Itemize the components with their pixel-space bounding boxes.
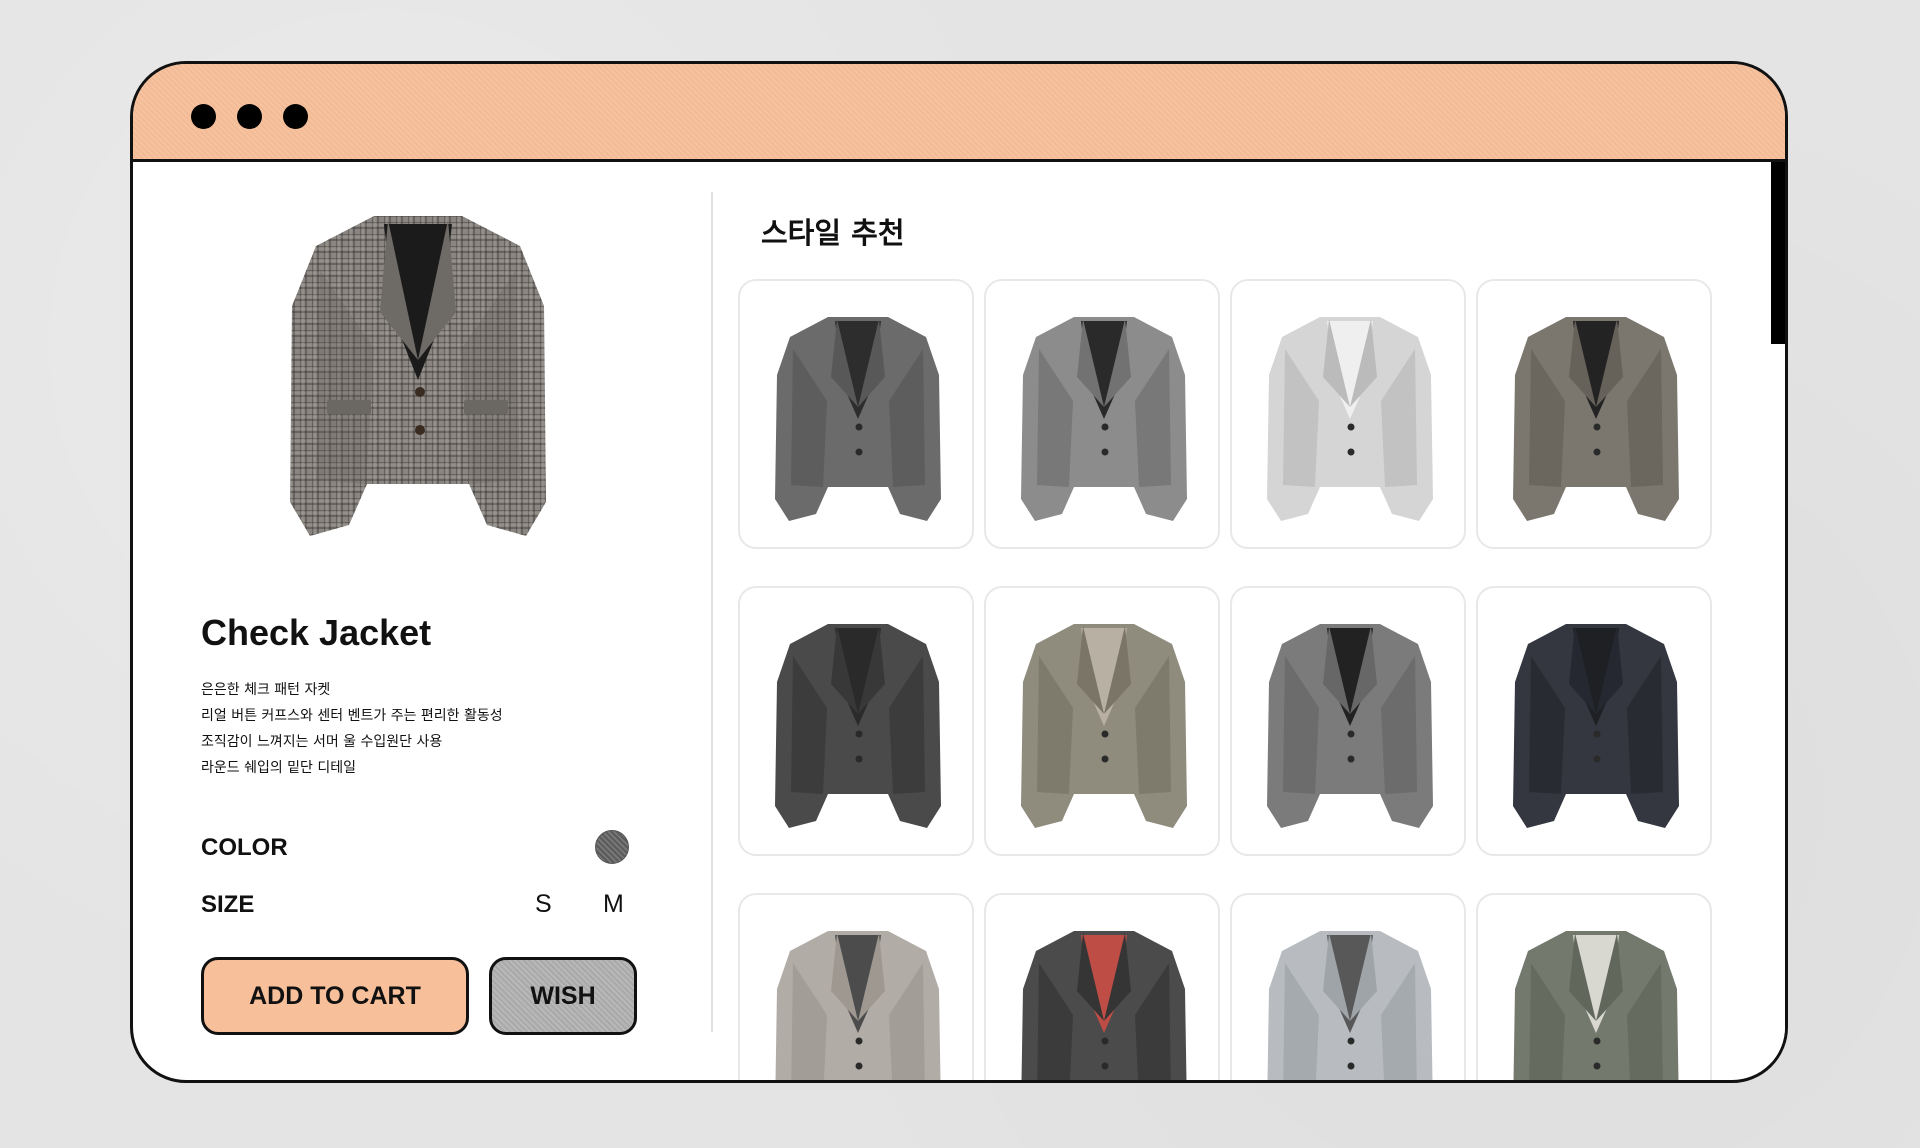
product-title: Check Jacket: [201, 612, 432, 653]
titlebar: [133, 64, 1785, 162]
browser-window: Check Jacket 은은한 체크 패턴 자켓 리얼 버튼 커프스와 센터 …: [130, 61, 1788, 1083]
recommendation-card[interactable]: [1230, 893, 1466, 1080]
recommendation-card[interactable]: [1230, 586, 1466, 856]
jacket-image-icon: [1267, 624, 1433, 828]
jacket-image-icon: [775, 624, 941, 828]
jacket-image-icon: [1021, 624, 1187, 828]
size-option-m[interactable]: M: [603, 890, 624, 919]
recommendation-card[interactable]: [1476, 279, 1712, 549]
color-swatch[interactable]: [595, 830, 629, 864]
jacket-image-icon: [1021, 317, 1187, 521]
recommendation-card[interactable]: [984, 586, 1220, 856]
jacket-image-icon: [1513, 931, 1679, 1080]
jacket-image-icon: [1021, 931, 1187, 1080]
window-controls: [191, 104, 308, 129]
product-description: 은은한 체크 패턴 자켓 리얼 버튼 커프스와 센터 벤트가 주는 편리한 활동…: [201, 677, 621, 781]
control-dot-3[interactable]: [283, 104, 308, 129]
recommendation-card[interactable]: [984, 279, 1220, 549]
scrollbar[interactable]: [1771, 162, 1785, 1080]
jacket-image-icon: [775, 931, 941, 1080]
recommendation-card[interactable]: [738, 279, 974, 549]
recommendations-title: 스타일 추천: [761, 216, 905, 250]
recommendation-card[interactable]: [984, 893, 1220, 1080]
jacket-image-icon: [290, 216, 546, 536]
description-line-2: 리얼 버튼 커프스와 센터 벤트가 주는 편리한 활동성: [201, 708, 503, 724]
description-line-1: 은은한 체크 패턴 자켓: [201, 682, 331, 698]
description-line-3: 조직감이 느껴지는 서머 울 수입원단 사용: [201, 734, 443, 750]
jacket-image-icon: [1513, 317, 1679, 521]
size-option-s[interactable]: S: [535, 890, 552, 919]
recommendation-card[interactable]: [1476, 586, 1712, 856]
scrollbar-thumb[interactable]: [1771, 162, 1785, 344]
recommendation-card[interactable]: [738, 893, 974, 1080]
jacket-image-icon: [1513, 624, 1679, 828]
size-label: SIZE: [201, 891, 255, 918]
jacket-image-icon: [775, 317, 941, 521]
recommendation-card[interactable]: [738, 586, 974, 856]
wish-button[interactable]: WISH: [489, 957, 637, 1035]
color-label: COLOR: [201, 834, 288, 861]
recommendation-card[interactable]: [1230, 279, 1466, 549]
control-dot-1[interactable]: [191, 104, 216, 129]
recommendations-panel: 스타일 추천: [713, 162, 1785, 1080]
jacket-image-icon: [1267, 931, 1433, 1080]
description-line-4: 라운드 쉐입의 밑단 디테일: [201, 760, 357, 776]
add-to-cart-button[interactable]: ADD TO CART: [201, 957, 469, 1035]
control-dot-2[interactable]: [237, 104, 262, 129]
product-detail-panel: Check Jacket 은은한 체크 패턴 자켓 리얼 버튼 커프스와 센터 …: [133, 162, 713, 1080]
page-content: Check Jacket 은은한 체크 패턴 자켓 리얼 버튼 커프스와 센터 …: [133, 162, 1785, 1080]
recommendation-card[interactable]: [1476, 893, 1712, 1080]
jacket-image-icon: [1267, 317, 1433, 521]
